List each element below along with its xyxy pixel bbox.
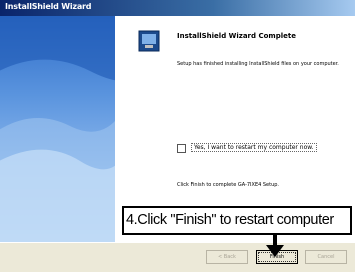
finish-instruction: Click Finish to complete GA-7IXE4 Setup.	[177, 182, 280, 188]
banner-graphic	[0, 16, 115, 242]
cancel-button[interactable]: Cancel	[305, 250, 347, 264]
restart-option-label[interactable]: Yes, I want to restart my computer now.	[191, 143, 317, 152]
restart-checkbox[interactable]	[177, 144, 186, 153]
window-title: InstallShield Wizard	[5, 2, 92, 11]
back-button[interactable]: < Back	[206, 250, 248, 264]
callout-text: 4.Click "Finish" to restart computer	[126, 212, 334, 228]
wizard-side-banner	[0, 16, 115, 242]
installshield-window: InstallShield Wizard InstallShield Wizar…	[0, 0, 355, 272]
instruction-callout: 4.Click "Finish" to restart computer	[122, 206, 352, 235]
setup-message: Setup has finished installing InstallShi…	[177, 61, 339, 67]
installer-computer-icon	[138, 30, 160, 52]
title-bar[interactable]: InstallShield Wizard	[0, 0, 355, 16]
wizard-heading: InstallShield Wizard Complete	[177, 32, 296, 40]
button-bar	[0, 242, 355, 272]
arrow-down-icon	[266, 233, 284, 257]
